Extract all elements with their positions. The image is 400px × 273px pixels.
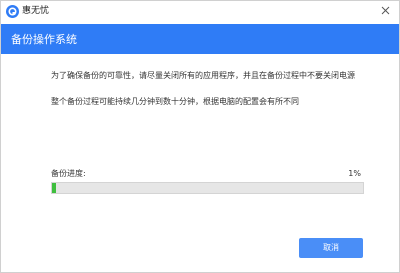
title-bar: 惠无忧 [1, 1, 399, 23]
progress-bar-fill [52, 183, 56, 193]
progress-bar [51, 182, 364, 194]
close-button[interactable] [371, 1, 399, 23]
dialog-title: 备份操作系统 [11, 33, 77, 46]
cancel-button[interactable]: 取消 [299, 238, 363, 258]
brand-logo-icon [6, 5, 19, 18]
close-icon [381, 6, 390, 15]
info-message-line-1: 为了确保备份的可靠性，请尽量关闭所有的应用程序，并且在备份过程中不要关闭电源 [51, 71, 355, 80]
backup-dialog-window: 惠无忧 备份操作系统 为了确保备份的可靠性，请尽量关闭所有的应用程序，并且在备份… [0, 0, 400, 273]
info-message-line-2: 整个备份过程可能持续几分钟到数十分钟，根据电脑的配置会有所不同 [51, 97, 299, 106]
app-title: 惠无忧 [22, 6, 50, 16]
progress-percent: 1% [348, 169, 361, 178]
dialog-header: 备份操作系统 [1, 24, 399, 54]
progress-label: 备份进度: [51, 169, 86, 178]
